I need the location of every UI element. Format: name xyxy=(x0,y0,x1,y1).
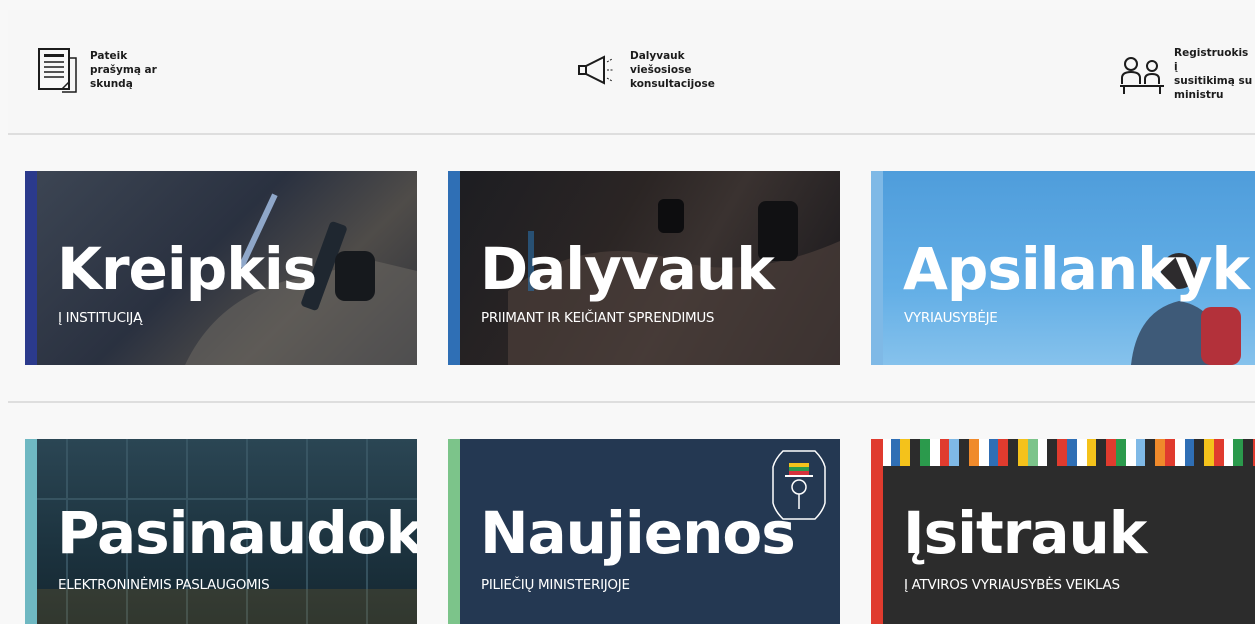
card-accent-bar xyxy=(871,439,883,624)
card-title: Apsilankyk xyxy=(903,235,1250,303)
card-accent-bar xyxy=(25,171,37,365)
card-subtitle: Į ATVIROS VYRIAUSYBĖS VEIKLAS xyxy=(904,577,1120,593)
card-subtitle: VYRIAUSYBĖJE xyxy=(904,310,998,326)
card-accent-bar xyxy=(25,439,37,624)
document-form-icon xyxy=(38,48,77,93)
megaphone-icon xyxy=(578,55,614,85)
card-naujienos[interactable]: Naujienos PILIEČIŲ MINISTERIJOJE xyxy=(448,439,840,624)
quick-link-meet-minister[interactable]: Registruokis į susitikimą su ministru xyxy=(1120,46,1254,102)
card-apsilankyk[interactable]: Apsilankyk VYRIAUSYBĖJE xyxy=(871,171,1255,365)
card-isitrauk[interactable]: Įsitrauk Į ATVIROS VYRIAUSYBĖS VEIKLAS xyxy=(871,439,1255,624)
card-kreipkis[interactable]: Kreipkis Į INSTITUCIJĄ xyxy=(25,171,417,365)
quick-link-consultations[interactable]: Dalyvauk viešosiose konsultacijose xyxy=(576,46,730,94)
card-title: Naujienos xyxy=(480,499,796,567)
card-title: Įsitrauk xyxy=(903,499,1147,567)
meeting-people-icon xyxy=(1120,57,1164,94)
decorative-stripes xyxy=(871,439,1255,466)
card-accent-bar xyxy=(871,171,883,365)
quick-link-label: Pateik prašymą ar skundą xyxy=(90,50,157,90)
card-subtitle: PILIEČIŲ MINISTERIJOJE xyxy=(481,577,630,593)
section-divider xyxy=(8,133,1255,135)
card-pasinaudok[interactable]: Pasinaudok ELEKTRONINĖMIS PASLAUGOMIS xyxy=(25,439,417,624)
card-title: Pasinaudok xyxy=(57,499,417,567)
section-divider xyxy=(8,401,1255,403)
card-dalyvauk[interactable]: Dalyvauk PRIIMANT IR KEIČIANT SPRENDIMUS xyxy=(448,171,840,365)
card-subtitle: ELEKTRONINĖMIS PASLAUGOMIS xyxy=(58,577,270,593)
quick-link-label: Registruokis į susitikimą su ministru xyxy=(1174,47,1253,101)
card-subtitle: Į INSTITUCIJĄ xyxy=(58,310,143,326)
card-subtitle: PRIIMANT IR KEIČIANT SPRENDIMUS xyxy=(481,310,715,326)
card-title: Dalyvauk xyxy=(480,235,775,303)
card-title: Kreipkis xyxy=(57,235,317,303)
card-accent-bar xyxy=(448,439,460,624)
card-accent-bar xyxy=(448,171,460,365)
quick-link-label: Dalyvauk viešosiose konsultacijose xyxy=(630,50,715,90)
quick-link-submit-request[interactable]: Pateik prašymą ar skundą xyxy=(36,46,180,94)
